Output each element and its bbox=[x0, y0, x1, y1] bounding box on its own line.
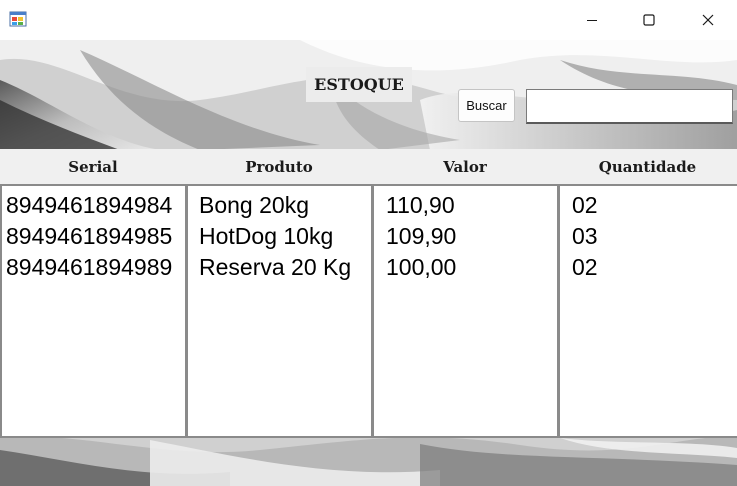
list-item[interactable]: 109,90 bbox=[386, 221, 557, 252]
column-header-quantidade: Quantidade bbox=[598, 157, 697, 176]
list-item[interactable]: 100,00 bbox=[386, 252, 557, 283]
list-item[interactable]: 02 bbox=[572, 252, 737, 283]
list-item[interactable]: 110,90 bbox=[386, 190, 557, 221]
minimize-button[interactable] bbox=[563, 0, 621, 40]
title-bar[interactable] bbox=[0, 0, 737, 40]
app-window: ESTOQUE Buscar Serial Produto Valor Quan… bbox=[0, 0, 737, 486]
list-item[interactable]: 03 bbox=[572, 221, 737, 252]
search-input[interactable] bbox=[526, 89, 733, 124]
list-item[interactable]: Reserva 20 Kg bbox=[199, 252, 371, 283]
list-item[interactable]: Bong 20kg bbox=[199, 190, 371, 221]
quantidade-listbox[interactable]: 02 03 02 bbox=[558, 184, 737, 438]
valor-listbox[interactable]: 110,90 109,90 100,00 bbox=[372, 184, 559, 438]
list-item[interactable]: 8949461894985 bbox=[6, 221, 185, 252]
maximize-icon bbox=[643, 14, 655, 26]
search-button[interactable]: Buscar bbox=[458, 89, 515, 122]
list-item[interactable]: HotDog 10kg bbox=[199, 221, 371, 252]
list-item[interactable]: 8949461894989 bbox=[6, 252, 185, 283]
maximize-button[interactable] bbox=[620, 0, 678, 40]
column-header-valor: Valor bbox=[443, 157, 487, 176]
serial-listbox[interactable]: 8949461894984 8949461894985 894946189498… bbox=[0, 184, 187, 438]
page-title: ESTOQUE bbox=[306, 67, 412, 102]
list-item[interactable]: 02 bbox=[572, 190, 737, 221]
winforms-app-icon bbox=[9, 11, 27, 27]
produto-listbox[interactable]: Bong 20kg HotDog 10kg Reserva 20 Kg bbox=[186, 184, 373, 438]
column-header-produto: Produto bbox=[245, 157, 313, 176]
column-header-serial: Serial bbox=[68, 157, 118, 176]
close-button[interactable] bbox=[679, 0, 737, 40]
close-icon bbox=[702, 14, 714, 26]
minimize-icon bbox=[587, 20, 597, 21]
list-item[interactable]: 8949461894984 bbox=[6, 190, 185, 221]
